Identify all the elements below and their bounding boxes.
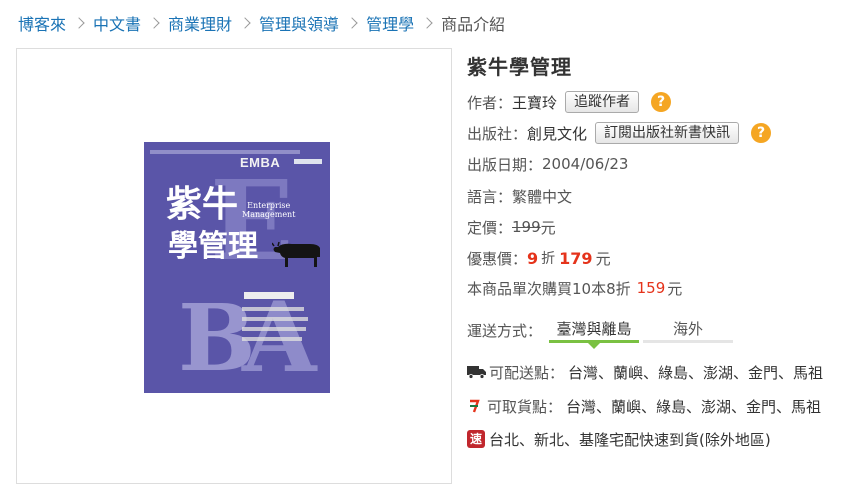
cover-small-text: [242, 307, 304, 311]
pub-date-value: 2004/06/23: [542, 155, 629, 173]
publisher-name[interactable]: 創見文化: [527, 123, 587, 144]
chevron-right-icon: [239, 17, 251, 29]
chevron-right-icon: [421, 17, 433, 29]
cover-small-text: [242, 327, 306, 331]
express-row: 速 台北、新北、基隆宅配快速到貨(除外地區): [467, 428, 771, 450]
shipping-label: 運送方式：: [467, 321, 543, 340]
cover-image-frame[interactable]: E B A EMBA 紫牛 學管理 Enterprise Management: [16, 48, 452, 484]
chevron-right-icon: [73, 17, 85, 29]
subscribe-publisher-button[interactable]: 訂閱出版社新書快訊: [595, 122, 740, 144]
help-icon[interactable]: ?: [651, 92, 672, 112]
language-value: 繁體中文: [512, 187, 573, 206]
sale-price-label: 優惠價：: [467, 249, 528, 268]
chevron-right-icon: [148, 17, 160, 29]
delivery-row: 可配送點： 台灣、蘭嶼、綠島、澎湖、金門、馬祖: [467, 361, 823, 383]
language-row: 語言： 繁體中文: [467, 185, 572, 207]
pickup-places: 台灣、蘭嶼、綠島、澎湖、金門、馬祖: [566, 397, 822, 416]
bulk-currency: 元: [667, 279, 683, 298]
list-price-value: 199: [512, 218, 541, 236]
breadcrumb-business[interactable]: 商業理財: [168, 11, 232, 35]
list-price-currency: 元: [540, 218, 556, 237]
pub-date-label: 出版日期：: [467, 155, 543, 174]
truck-icon: [467, 366, 486, 379]
cow-icon: [272, 241, 320, 267]
chevron-right-icon: [346, 17, 358, 29]
help-icon[interactable]: ?: [751, 123, 772, 143]
cover-english-title: Enterprise Management: [242, 201, 296, 220]
discount-unit: 折: [541, 251, 556, 267]
publisher-label: 出版社：: [467, 124, 528, 143]
cover-title-line1: 紫牛: [166, 183, 239, 225]
sale-price-row: 優惠價： 9 折 179 元: [467, 247, 611, 269]
breadcrumb-chinese-books[interactable]: 中文書: [93, 11, 141, 35]
cover-small-text: [242, 317, 308, 321]
author-name[interactable]: 王寶玲: [512, 92, 557, 113]
shipping-tabs: 臺灣與離島 海外: [549, 318, 733, 349]
breadcrumb-management-leadership[interactable]: 管理與領導: [259, 11, 339, 35]
pickup-row: 可取貨點： 台灣、蘭嶼、綠島、澎湖、金門、馬祖: [467, 395, 821, 417]
pickup-label: 可取貨點：: [487, 397, 563, 416]
express-text: 台北、新北、基隆宅配快速到貨(除外地區): [489, 430, 771, 449]
language-label: 語言：: [467, 187, 513, 206]
seven-eleven-icon: [467, 398, 481, 414]
cover-author-line: [244, 292, 294, 299]
bulk-text: 本商品單次購買10本8折: [467, 279, 631, 298]
bulk-price: 159: [636, 279, 666, 297]
breadcrumb-current: 商品介紹: [441, 15, 506, 34]
discount-value: 9: [527, 248, 539, 268]
cover-emba-sub: [294, 159, 322, 164]
shipping-label-row: 運送方式：: [467, 319, 542, 341]
delivery-places: 台灣、蘭嶼、綠島、澎湖、金門、馬祖: [568, 363, 824, 382]
delivery-label: 可配送點：: [489, 363, 565, 382]
list-price-label: 定價：: [467, 218, 513, 237]
list-price-row: 定價： 199 元: [467, 216, 556, 238]
tab-taiwan-islands[interactable]: 臺灣與離島: [549, 318, 639, 349]
cover-small-text: [242, 337, 302, 341]
cover-english-line2: Management: [242, 209, 296, 219]
sale-price-currency: 元: [595, 249, 611, 268]
breadcrumb-management[interactable]: 管理學: [366, 11, 414, 35]
express-badge-icon: 速: [467, 430, 485, 448]
sale-price-value: 179: [559, 248, 593, 268]
cover-top-text: [150, 150, 300, 154]
breadcrumb-home[interactable]: 博客來: [18, 11, 66, 35]
tab-overseas[interactable]: 海外: [643, 318, 733, 343]
author-label: 作者：: [467, 93, 513, 112]
book-cover[interactable]: E B A EMBA 紫牛 學管理 Enterprise Management: [144, 142, 330, 393]
cover-title-line2: 學管理: [168, 229, 258, 264]
breadcrumb: 博客來 中文書 商業理財 管理與領導 管理學 商品介紹: [18, 12, 505, 34]
author-row: 作者： 王寶玲 追蹤作者 ?: [467, 91, 672, 113]
cover-emba-badge: EMBA: [240, 155, 281, 170]
pub-date-row: 出版日期： 2004/06/23: [467, 153, 628, 175]
book-title: 紫牛學管理: [467, 55, 572, 79]
follow-author-button[interactable]: 追蹤作者: [565, 91, 640, 113]
publisher-row: 出版社： 創見文化 訂閱出版社新書快訊 ?: [467, 122, 772, 144]
bulk-discount-row: 本商品單次購買10本8折 159 元: [467, 277, 682, 299]
